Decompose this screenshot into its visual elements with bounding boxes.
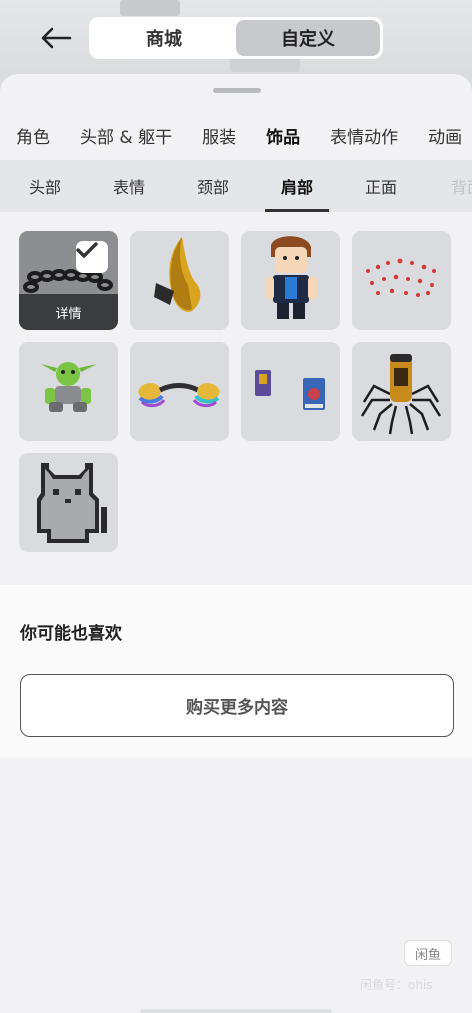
subcategory-tabs: 头部 表情 颈部 肩部 正面 背面 <box>0 160 472 212</box>
tab-clothing[interactable]: 服装 <box>202 123 236 148</box>
bottom-sheet: 角色 头部 & 躯干 服装 饰品 表情动作 动画 头部 表情 颈部 肩部 正面 … <box>0 74 472 1013</box>
item-tile-floating-hearts[interactable] <box>352 231 451 330</box>
item-tile-chain-necklace[interactable]: 详情 <box>19 231 118 330</box>
subtab-head[interactable]: 头部 <box>14 160 76 212</box>
background-shape <box>230 58 300 72</box>
item-tile-goblin-pal[interactable] <box>19 342 118 441</box>
item-tile-rainbow-pads[interactable] <box>130 342 229 441</box>
sheet-drag-handle[interactable] <box>213 88 261 93</box>
pixel-cat-thumbnail <box>37 463 107 543</box>
subtab-neck[interactable]: 颈部 <box>182 160 244 212</box>
details-button[interactable]: 详情 <box>19 294 118 330</box>
item-tile-golden-horn[interactable] <box>130 231 229 330</box>
item-tile-spider-jar[interactable] <box>352 342 451 441</box>
active-tab-indicator <box>265 209 329 212</box>
watermark-logo: 闲鱼 <box>404 940 452 966</box>
subtab-back[interactable]: 背面 <box>436 160 472 212</box>
goblin-pal-thumbnail <box>41 362 97 412</box>
subtab-face[interactable]: 表情 <box>98 160 160 212</box>
subtab-shoulder[interactable]: 肩部 <box>266 160 328 212</box>
segment-customize[interactable]: 自定义 <box>236 20 380 56</box>
recommendations-title: 你可能也喜欢 <box>20 624 122 644</box>
mode-segmented-control: 商城 自定义 <box>89 17 383 59</box>
item-tile-pixel-cat[interactable] <box>19 453 118 552</box>
tab-character[interactable]: 角色 <box>16 123 50 148</box>
home-indicator <box>140 1009 332 1013</box>
tab-animations[interactable]: 动画 <box>428 123 462 148</box>
recommendations-section: 你可能也喜欢 购买更多内容 <box>0 585 472 758</box>
tab-accessories[interactable]: 饰品 <box>266 123 300 148</box>
shoulder-buddy-thumbnail <box>265 236 317 319</box>
golden-horn-thumbnail <box>154 237 201 312</box>
category-tabs: 角色 头部 & 躯干 服装 饰品 表情动作 动画 <box>0 116 472 154</box>
arrow-left-icon <box>41 27 72 49</box>
checkmark-icon <box>76 242 98 258</box>
shoulder-cards-thumbnail <box>255 370 325 410</box>
watermark-text: 闲鱼号：ohis <box>360 978 433 992</box>
subtab-front[interactable]: 正面 <box>350 160 412 212</box>
segment-shop[interactable]: 商城 <box>92 20 236 56</box>
item-tile-shoulder-cards[interactable] <box>241 342 340 441</box>
buy-more-button[interactable]: 购买更多内容 <box>20 674 454 737</box>
tab-emotes[interactable]: 表情动作 <box>330 123 398 148</box>
floating-hearts-thumbnail <box>366 258 436 297</box>
back-button[interactable] <box>36 22 76 54</box>
item-tile-shoulder-buddy[interactable] <box>241 231 340 330</box>
spider-jar-thumbnail <box>360 354 442 435</box>
rainbow-pads-thumbnail <box>138 383 220 408</box>
background-shape <box>120 0 180 16</box>
tab-head-body[interactable]: 头部 & 躯干 <box>80 123 172 148</box>
selected-checkbox[interactable] <box>76 241 108 273</box>
